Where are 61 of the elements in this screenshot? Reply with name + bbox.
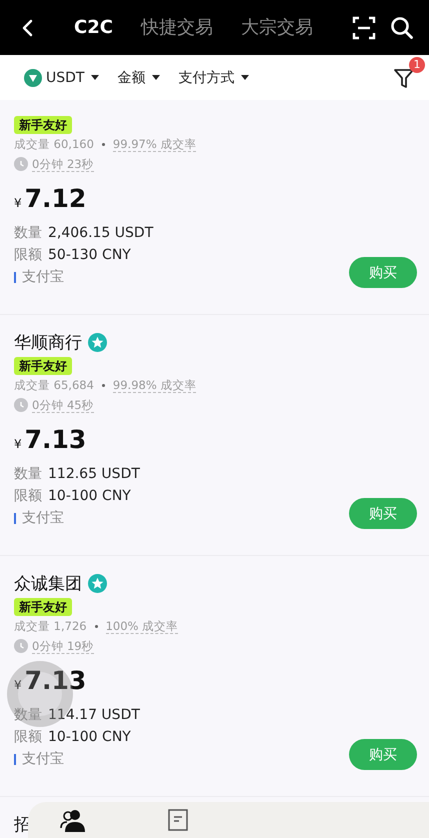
limit-value: 10-100 CNY xyxy=(48,729,131,745)
completion-rate: 100% 成交率 xyxy=(106,618,178,634)
limit-label: 限额 xyxy=(14,728,42,746)
clock-icon xyxy=(14,398,28,412)
filter-dropdown[interactable]: USDT xyxy=(46,70,84,86)
payment-marker xyxy=(14,754,16,764)
separator-dot xyxy=(102,384,105,386)
search-icon[interactable] xyxy=(390,16,413,39)
currency-sign: ¥ xyxy=(14,437,22,451)
tab[interactable]: 快捷交易 xyxy=(140,16,213,40)
caret-icon xyxy=(152,75,160,80)
payment-method: 支付宝 xyxy=(22,750,64,768)
merchant-name[interactable]: 众诚集团 xyxy=(14,572,82,594)
quantity-value: 114.17 USDT xyxy=(48,707,140,723)
payment-marker xyxy=(14,272,16,282)
completion-rate: 99.97% 成交率 xyxy=(112,136,196,152)
price: 7.12 xyxy=(24,184,86,213)
payment-marker xyxy=(14,512,16,524)
quantity-label: 数量 xyxy=(14,706,42,724)
tag: 新手友好 xyxy=(14,598,72,616)
coin-icon xyxy=(24,68,42,86)
trade-count: 成交量 60,160 xyxy=(14,136,94,152)
tag: 新手友好 xyxy=(14,357,72,375)
payment-method: 支付宝 xyxy=(22,268,64,286)
people-icon[interactable] xyxy=(60,808,86,832)
clock-icon xyxy=(14,639,28,653)
quantity-value: 2,406.15 USDT xyxy=(48,225,154,241)
merchant-name[interactable]: 华顺商行 xyxy=(14,330,82,354)
filter-icon[interactable] xyxy=(393,66,415,88)
quantity-value: 112.65 USDT xyxy=(48,466,140,482)
filter-dropdown[interactable]: 金额 xyxy=(117,68,146,86)
limit-label: 限额 xyxy=(14,246,42,264)
price: 7.13 xyxy=(24,425,86,454)
separator-dot xyxy=(102,142,105,146)
back-icon[interactable] xyxy=(22,18,33,36)
completion-rate: 99.98% 成交率 xyxy=(112,378,196,392)
currency-sign: ¥ xyxy=(14,196,22,210)
scan-icon[interactable] xyxy=(352,16,376,40)
limit-value: 10-100 CNY xyxy=(48,488,131,504)
tab[interactable]: C2C xyxy=(74,16,113,40)
tag: 新手友好 xyxy=(14,116,72,134)
release-time: 0分钟 45秒 xyxy=(32,398,94,412)
release-time: 0分钟 19秒 xyxy=(32,638,94,654)
trade-count: 成交量 1,726 xyxy=(14,618,87,634)
currency-sign: ¥ xyxy=(14,678,22,692)
price: 7.13 xyxy=(24,666,86,695)
separator-dot xyxy=(94,624,98,628)
clock-icon xyxy=(14,157,28,171)
caret-icon xyxy=(91,75,100,80)
count-badge: 1 xyxy=(409,56,425,72)
payment-method: 支付宝 xyxy=(22,509,64,527)
quantity-label: 数量 xyxy=(14,224,42,242)
filter-dropdown[interactable]: 支付方式 xyxy=(178,68,234,86)
limit-value: 50-130 CNY xyxy=(48,247,131,263)
tab[interactable]: 大宗交易 xyxy=(240,16,313,40)
release-time: 0分钟 23秒 xyxy=(32,156,94,172)
limit-label: 限额 xyxy=(14,487,42,505)
trade-count: 成交量 65,684 xyxy=(14,378,94,392)
document-icon[interactable] xyxy=(168,809,188,831)
quantity-label: 数量 xyxy=(14,465,42,483)
caret-icon xyxy=(241,75,250,80)
